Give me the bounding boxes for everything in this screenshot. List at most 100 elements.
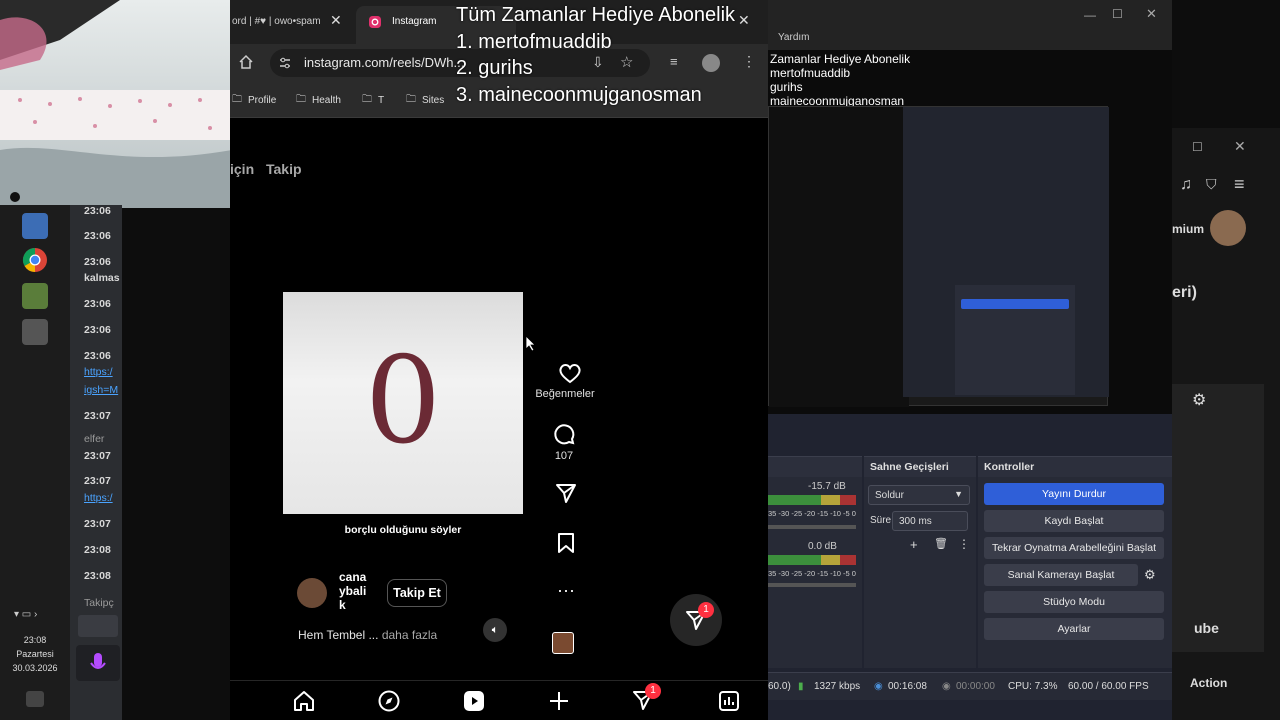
tab-for-you[interactable]: için — [230, 161, 254, 177]
maximize-icon[interactable]: ☐ — [1192, 140, 1203, 154]
start-replay-buffer-button[interactable]: Tekrar Oynatma Arabelleğini Başlat — [984, 537, 1164, 559]
nvidia-icon[interactable] — [22, 283, 48, 309]
bookmark-health[interactable]: 🗀 Health — [296, 92, 341, 109]
explore-icon[interactable] — [377, 689, 401, 713]
file-explorer-icon[interactable] — [22, 213, 48, 239]
chat-line: 23:06 — [84, 230, 111, 242]
folder-icon: 🗀 — [362, 94, 372, 105]
taskbar-clock[interactable]: 23:08 Pazartesi 30.03.2026 — [0, 633, 70, 675]
reels-icon[interactable] — [462, 689, 486, 713]
volume-slider-1[interactable] — [768, 525, 856, 529]
window-close-icon[interactable]: ✕ — [738, 12, 750, 29]
add-icon[interactable]: + — [910, 537, 918, 552]
settings-button[interactable]: Ayarlar — [984, 618, 1164, 640]
like-label: Beğenmeler — [535, 388, 595, 400]
mic-button[interactable] — [76, 645, 120, 681]
duration-input[interactable]: 300 ms — [892, 511, 968, 531]
home-icon[interactable] — [238, 54, 254, 70]
caption[interactable]: Hem Tembel ... daha fazla — [298, 628, 437, 642]
chat-line: 23:06 — [84, 350, 111, 362]
close-tab-icon[interactable]: ✕ — [330, 12, 342, 29]
studio-mode-button[interactable]: Stüdyo Modu — [984, 591, 1164, 613]
status-fps: 60.00 / 60.00 FPS — [1068, 681, 1149, 692]
minimize-icon[interactable]: — — [1084, 8, 1096, 22]
chat-line: 23:06 — [84, 324, 111, 336]
notification-icon[interactable] — [26, 691, 44, 707]
music-icon[interactable]: ♫ — [1180, 176, 1192, 194]
reel-video[interactable]: 0 borçlu olduğunu söyler cana ybali k Ta… — [283, 230, 523, 658]
folder-icon: 🗀 — [296, 94, 306, 105]
gear-icon[interactable]: ⚙ — [1192, 390, 1206, 410]
shield-icon[interactable]: ⛉ — [1206, 176, 1217, 193]
tray-icons[interactable]: ▾ ▭ › — [14, 609, 58, 623]
volume-slider-2[interactable] — [768, 583, 856, 587]
audio-thumbnail[interactable] — [552, 632, 574, 654]
chat-line: kalmas — [84, 272, 120, 284]
video-thumbnail[interactable]: ⚙ ube — [1172, 384, 1264, 652]
caption-more[interactable]: daha fazla — [382, 628, 437, 642]
label-ube: ube — [1194, 620, 1219, 636]
insights-icon[interactable] — [717, 689, 741, 713]
nested-preview — [768, 106, 1109, 407]
tab-following[interactable]: Takip — [266, 161, 302, 177]
chat-line: elfer — [84, 433, 105, 445]
site-settings-icon[interactable] — [278, 56, 292, 70]
menu-kebab-icon[interactable]: ⋮ — [742, 53, 756, 70]
bookmark-profile[interactable]: 🗀 Profile — [232, 92, 276, 109]
meter-2 — [768, 555, 856, 565]
more-options-icon[interactable]: ⋮ — [958, 537, 970, 551]
webcam-feed — [0, 0, 232, 208]
follow-button[interactable]: Takip Et — [387, 579, 447, 607]
home-icon[interactable] — [292, 689, 316, 713]
start-recording-button[interactable]: Kaydı Başlat — [984, 510, 1164, 532]
instagram-reels-page: için Takip 0 borçlu olduğunu söyler cana… — [230, 118, 768, 720]
close-icon[interactable]: ✕ — [1146, 6, 1157, 22]
bookmark-icon — [558, 533, 574, 553]
meter-1 — [768, 495, 856, 505]
share-button[interactable] — [552, 482, 580, 504]
url-text: instagram.com/reels/DWh... — [304, 55, 465, 70]
direct-icon[interactable]: 1 — [632, 683, 661, 713]
chat-line[interactable]: https:/ — [84, 366, 113, 378]
controls-dock: Kontroller Yayını Durdur Kaydı Başlat Te… — [978, 456, 1172, 668]
bookmark-sites[interactable]: 🗀 Sites — [406, 92, 444, 109]
gear-icon[interactable]: ⚙ — [1144, 567, 1156, 583]
comment-count: 107 — [554, 450, 574, 462]
chat-line: Takipç — [84, 597, 114, 609]
save-button[interactable] — [552, 532, 580, 554]
chat-line[interactable]: igsh=M — [84, 384, 118, 396]
chat-line[interactable]: https:/ — [84, 492, 113, 504]
chat-line: 23:07 — [84, 410, 111, 422]
app-icon[interactable] — [22, 319, 48, 345]
author-name[interactable]: cana ybali k — [339, 570, 373, 612]
chat-line: 23:08 — [84, 544, 111, 556]
emoji-thumbnails — [78, 615, 118, 637]
nested-controls — [955, 285, 1075, 395]
send-icon — [556, 484, 576, 503]
tab-label: ord | #♥ | owo•spam — [232, 16, 321, 27]
comment-button[interactable]: 107 — [552, 422, 576, 462]
create-icon[interactable] — [547, 689, 571, 713]
avatar[interactable] — [1210, 210, 1246, 246]
hamburger-icon[interactable]: ≡ — [1234, 174, 1245, 195]
chrome-icon[interactable] — [22, 247, 48, 273]
trash-icon[interactable]: 🗑︎ — [934, 537, 948, 550]
video-frame: 0 — [283, 292, 523, 514]
meter-ticks: 35 -30 -25 -20 -15 -10 -5 0 — [768, 509, 856, 518]
bookmark-t[interactable]: 🗀 T — [362, 92, 384, 109]
author-avatar[interactable] — [297, 578, 327, 608]
like-button[interactable]: Beğenmeler — [535, 362, 595, 400]
messages-fab[interactable]: 1 — [670, 594, 722, 646]
start-virtual-camera-button[interactable]: Sanal Kamerayı Başlat — [984, 564, 1138, 586]
status-cpu: CPU: 7.3% — [1008, 681, 1058, 692]
stop-streaming-button[interactable]: Yayını Durdur — [984, 483, 1164, 505]
duration-label: Süre — [870, 515, 892, 526]
mute-icon[interactable]: 🔈︎ — [483, 618, 507, 642]
signal-icon: ▮ — [798, 681, 804, 692]
maximize-icon[interactable]: ☐ — [1112, 7, 1123, 21]
close-icon[interactable]: ✕ — [1234, 138, 1246, 155]
more-options-icon[interactable]: ··· — [552, 580, 580, 601]
video-subtitle: borçlu olduğunu söyler — [344, 524, 462, 536]
transition-select[interactable]: Soldur ▼ — [868, 485, 970, 505]
menu-help[interactable]: Yardım — [778, 32, 810, 43]
